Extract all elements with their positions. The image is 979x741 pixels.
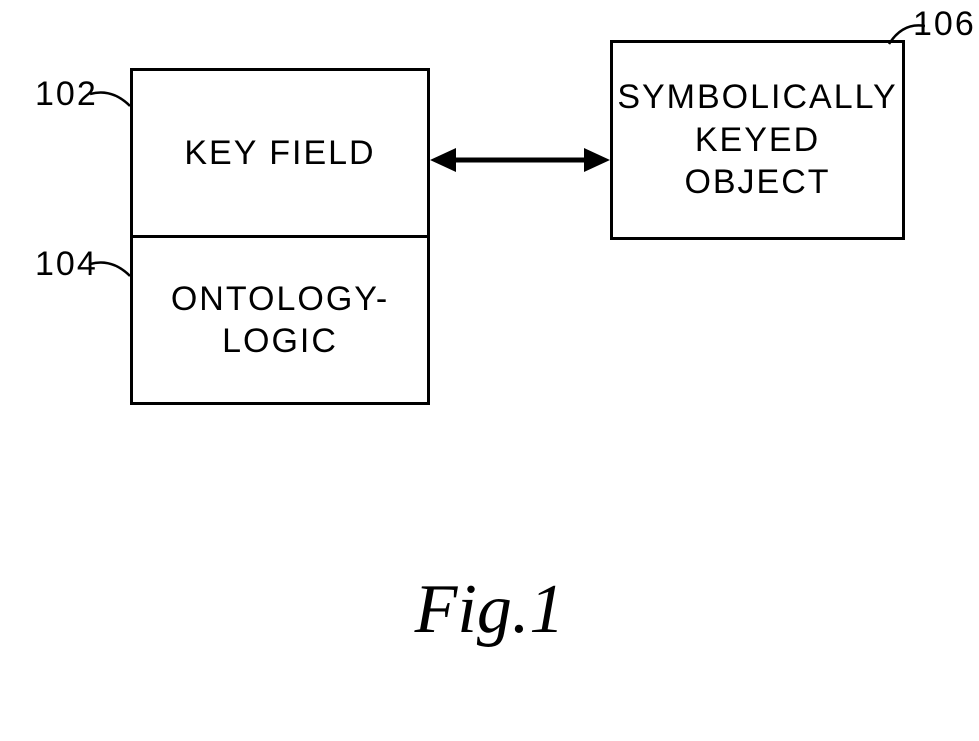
diagram-canvas: KEY FIELD ONTOLOGY- LOGIC SYMBOLICALLY K… bbox=[0, 0, 979, 741]
box-symbolically-keyed-object: SYMBOLICALLY KEYED OBJECT bbox=[610, 40, 905, 240]
figure-caption: Fig.1 bbox=[0, 570, 979, 650]
ref-label-104: 104 bbox=[35, 245, 98, 284]
ref-label-102: 102 bbox=[35, 75, 98, 114]
double-arrow bbox=[430, 140, 610, 180]
box-key-field-label: KEY FIELD bbox=[184, 132, 375, 175]
box-symbolically-keyed-object-label: SYMBOLICALLY KEYED OBJECT bbox=[617, 76, 897, 204]
box-ontology-logic-label: ONTOLOGY- LOGIC bbox=[171, 278, 389, 363]
ref-label-106: 106 bbox=[913, 5, 976, 44]
box-ontology-logic: ONTOLOGY- LOGIC bbox=[130, 235, 430, 405]
box-key-field: KEY FIELD bbox=[130, 68, 430, 238]
